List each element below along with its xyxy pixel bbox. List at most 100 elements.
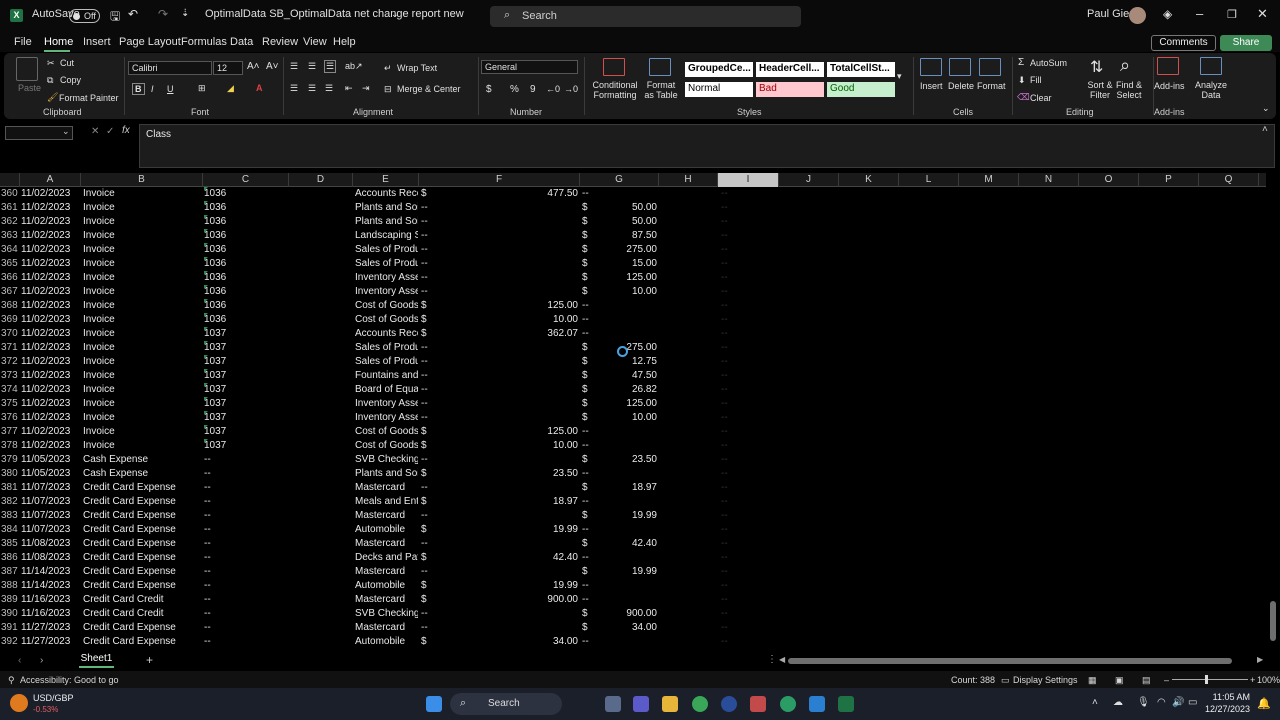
cell-credit[interactable]: [590, 467, 657, 481]
cell-account[interactable]: Mastercard: [355, 509, 418, 523]
clear-button[interactable]: Clear: [1030, 93, 1052, 103]
row-number[interactable]: 382: [0, 495, 19, 509]
menu-data[interactable]: Data: [230, 36, 253, 48]
row-number[interactable]: 391: [0, 621, 19, 635]
cell-type[interactable]: Credit Card Expense: [83, 635, 201, 649]
page-break-view-icon[interactable]: ▤: [1142, 675, 1151, 686]
underline-icon[interactable]: U: [167, 84, 174, 94]
col-header-g[interactable]: G: [580, 173, 659, 187]
col-header-n[interactable]: N: [1019, 173, 1079, 187]
cell-num[interactable]: 1036: [204, 201, 288, 215]
sheet-tab-sheet1[interactable]: Sheet1: [79, 653, 114, 668]
cell-account[interactable]: Board of Equal: [355, 383, 418, 397]
cell-debit[interactable]: 42.40: [440, 551, 578, 565]
cell-date[interactable]: 11/14/2023: [21, 579, 80, 593]
cell-num[interactable]: 1036: [204, 299, 288, 313]
excel-taskbar-icon[interactable]: [838, 696, 854, 712]
battery-icon[interactable]: ▭: [1188, 697, 1197, 708]
cell-account[interactable]: Fountains and: [355, 369, 418, 383]
cell-debit[interactable]: [440, 397, 578, 411]
cell-debit-currency[interactable]: $: [421, 425, 431, 439]
cell-debit-dash[interactable]: --: [421, 215, 433, 229]
cell-class[interactable]: --: [721, 425, 761, 439]
cell-class[interactable]: --: [721, 341, 761, 355]
cell-account[interactable]: Inventory Asse: [355, 411, 418, 425]
cell-credit[interactable]: 900.00: [590, 607, 657, 621]
row-number[interactable]: 370: [0, 327, 19, 341]
cell-credit[interactable]: 19.99: [590, 509, 657, 523]
onepassword-icon[interactable]: [721, 696, 737, 712]
row-number[interactable]: 392: [0, 635, 19, 649]
cell-num[interactable]: --: [204, 495, 288, 509]
cell-date[interactable]: 11/02/2023: [21, 229, 80, 243]
zoom-out-icon[interactable]: –: [1164, 675, 1169, 685]
cell-credit[interactable]: 125.00: [590, 397, 657, 411]
cell-credit[interactable]: 12.75: [590, 355, 657, 369]
scroll-right-icon[interactable]: ▶: [1257, 655, 1263, 664]
cell-type[interactable]: Invoice: [83, 187, 201, 201]
cell-type[interactable]: Invoice: [83, 201, 201, 215]
align-center-icon[interactable]: ☰: [308, 83, 316, 94]
cell-num[interactable]: 1037: [204, 327, 288, 341]
cell-credit[interactable]: 26.82: [590, 383, 657, 397]
cell-num[interactable]: 1037: [204, 355, 288, 369]
col-header-d[interactable]: D: [289, 173, 353, 187]
cell-date[interactable]: 11/02/2023: [21, 327, 80, 341]
cell-num[interactable]: --: [204, 607, 288, 621]
cell-type[interactable]: Credit Card Expense: [83, 481, 201, 495]
cell-account[interactable]: Mastercard: [355, 621, 418, 635]
cell-num[interactable]: --: [204, 635, 288, 649]
cell-type[interactable]: Invoice: [83, 299, 201, 313]
collapse-ribbon-icon[interactable]: ⌄: [1262, 103, 1270, 114]
row-number[interactable]: 363: [0, 229, 19, 243]
cell-debit[interactable]: [440, 411, 578, 425]
row-number[interactable]: 374: [0, 383, 19, 397]
cell-type[interactable]: Credit Card Expense: [83, 537, 201, 551]
cell-account[interactable]: Automobile: [355, 523, 418, 537]
cell-account[interactable]: Automobile: [355, 579, 418, 593]
cell-debit[interactable]: 477.50: [440, 187, 578, 201]
copy-icon[interactable]: ⧉: [47, 75, 53, 86]
cell-date[interactable]: 11/14/2023: [21, 565, 80, 579]
share-button[interactable]: Share: [1220, 35, 1272, 51]
cell-num[interactable]: --: [204, 453, 288, 467]
cell-type[interactable]: Invoice: [83, 439, 201, 453]
cell-debit[interactable]: 23.50: [440, 467, 578, 481]
redo-icon[interactable]: ↷: [158, 7, 168, 21]
zoom-level[interactable]: 100%: [1257, 675, 1280, 685]
cell-account[interactable]: Inventory Asse: [355, 271, 418, 285]
cell-credit[interactable]: 18.97: [590, 481, 657, 495]
cell-num[interactable]: --: [204, 621, 288, 635]
comma-icon[interactable]: 9: [530, 84, 536, 95]
font-color-icon[interactable]: A: [256, 83, 263, 93]
cell-type[interactable]: Invoice: [83, 229, 201, 243]
cell-account[interactable]: Inventory Asse: [355, 397, 418, 411]
copy-button[interactable]: Copy: [60, 75, 81, 85]
menu-help[interactable]: Help: [333, 36, 356, 48]
cell-credit[interactable]: 19.99: [590, 565, 657, 579]
zoom-slider-handle[interactable]: [1205, 675, 1208, 684]
microphone-icon[interactable]: 🎙: [1137, 697, 1150, 708]
title-chevron-down-icon[interactable]: ⌄: [391, 9, 399, 20]
insert-cells-icon[interactable]: [920, 58, 942, 76]
prev-sheet-icon[interactable]: ‹: [18, 655, 21, 666]
cell-num[interactable]: 1036: [204, 313, 288, 327]
cell-class[interactable]: --: [721, 481, 761, 495]
file-explorer-icon[interactable]: [662, 696, 678, 712]
cell-date[interactable]: 11/02/2023: [21, 341, 80, 355]
onedrive-icon[interactable]: ☁: [1113, 697, 1123, 708]
cell-date[interactable]: 11/02/2023: [21, 355, 80, 369]
cell-date[interactable]: 11/02/2023: [21, 285, 80, 299]
cell-class[interactable]: --: [721, 215, 761, 229]
cell-date[interactable]: 11/02/2023: [21, 215, 80, 229]
cell-num[interactable]: --: [204, 509, 288, 523]
cell-debit[interactable]: 10.00: [440, 439, 578, 453]
cell-class[interactable]: --: [721, 495, 761, 509]
cell-account[interactable]: Landscaping S: [355, 229, 418, 243]
spreadsheet-grid[interactable]: 360 11/02/2023 Invoice 1036 Accounts Rece $47…: [0, 187, 1266, 649]
cell-credit[interactable]: 125.00: [590, 271, 657, 285]
cell-credit[interactable]: 42.40: [590, 537, 657, 551]
taskbar-search[interactable]: ⌕ Search: [450, 693, 562, 715]
cell-class[interactable]: --: [721, 229, 761, 243]
cell-account[interactable]: Mastercard: [355, 565, 418, 579]
